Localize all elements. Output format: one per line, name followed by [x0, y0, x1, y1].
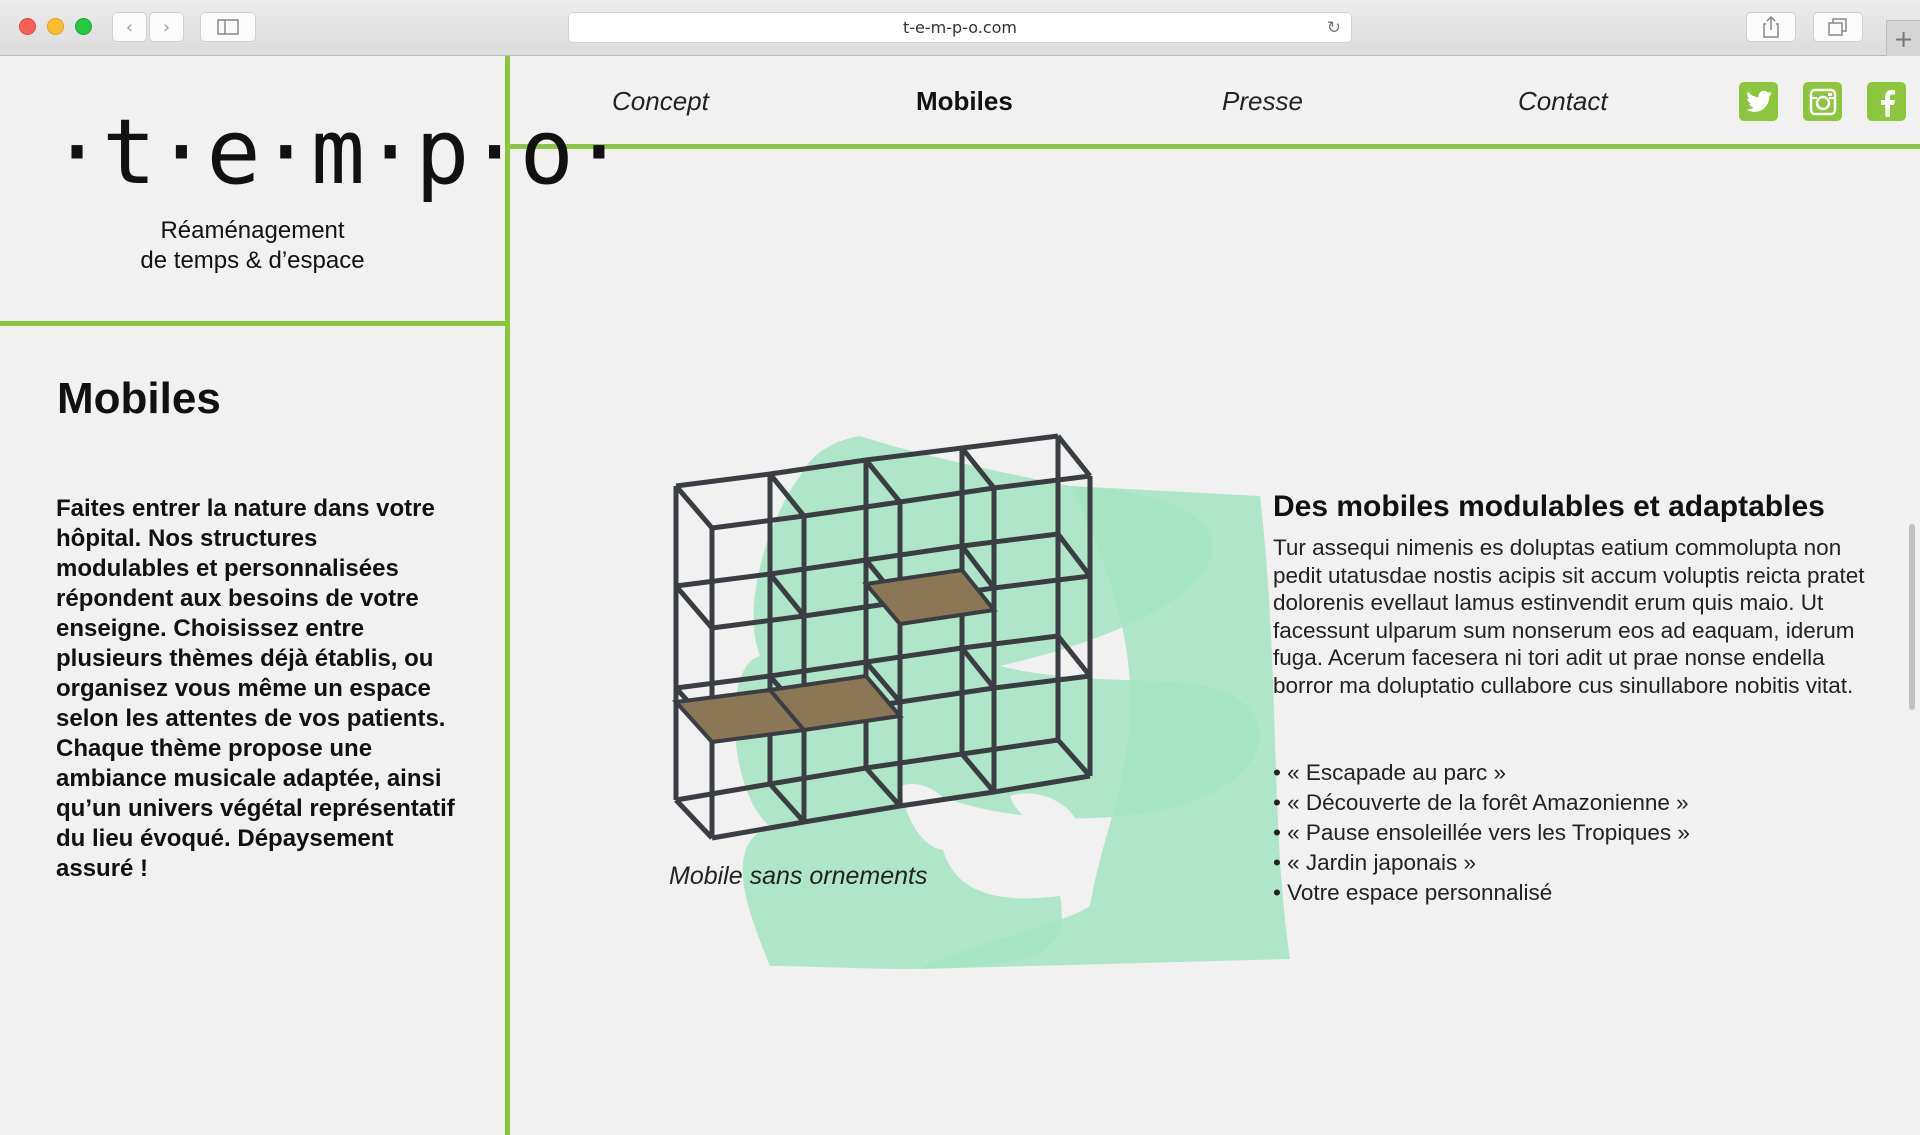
twitter-link[interactable]: [1739, 82, 1778, 121]
reload-icon[interactable]: ↻: [1327, 18, 1341, 38]
share-icon: [1763, 16, 1779, 38]
nav-item-contact[interactable]: Contact: [1518, 86, 1608, 117]
new-tab-button[interactable]: +: [1886, 20, 1920, 56]
close-window-button[interactable]: [19, 18, 36, 35]
page-scrollbar[interactable]: [1909, 524, 1915, 710]
list-item: « Jardin japonais »: [1273, 848, 1690, 878]
nav-item-concept[interactable]: Concept: [612, 86, 709, 117]
list-item: « Pause ensoleillée vers les Tropiques »: [1273, 818, 1690, 848]
facebook-icon: [1880, 89, 1895, 117]
sidebar-icon: [217, 19, 239, 35]
facebook-link[interactable]: [1867, 82, 1906, 121]
site-logo[interactable]: ·t·e·m·p·o·: [50, 108, 626, 198]
site-tagline: Réaménagement de temps & d’espace: [0, 216, 505, 276]
theme-list: « Escapade au parc » « Découverte de la …: [1273, 758, 1690, 908]
tagline-line-1: Réaménagement: [160, 217, 345, 244]
url-text: t-e-m-p-o.com: [902, 18, 1017, 37]
list-item: Votre espace personnalisé: [1273, 878, 1690, 908]
tabs-overview-button[interactable]: [1813, 12, 1863, 42]
header-divider: [0, 321, 508, 326]
minimize-window-button[interactable]: [47, 18, 64, 35]
instagram-link[interactable]: [1803, 82, 1842, 121]
back-button[interactable]: ‹: [112, 12, 147, 42]
nav-item-presse[interactable]: Presse: [1222, 86, 1303, 117]
nav-item-mobiles[interactable]: Mobiles: [916, 86, 1013, 117]
sidebar-description: Faites entrer la nature dans votre hôpit…: [56, 495, 455, 882]
share-button[interactable]: [1746, 12, 1796, 42]
browser-toolbar: ‹ › t-e-m-p-o.com ↻ +: [0, 0, 1920, 56]
chevron-right-icon: ›: [162, 16, 171, 38]
list-item: « Découverte de la forêt Amazonienne »: [1273, 788, 1690, 818]
sidebar-title: Mobiles: [57, 374, 221, 423]
illustration-caption: Mobile sans ornements: [669, 862, 928, 890]
list-item: « Escapade au parc »: [1273, 758, 1690, 788]
content-paragraph: Tur assequi nimenis es doluptas eatium c…: [1273, 535, 1865, 698]
forward-button[interactable]: ›: [149, 12, 184, 42]
content-title: Des mobiles modulables et adaptables: [1273, 490, 1825, 523]
zoom-window-button[interactable]: [75, 18, 92, 35]
nav-divider: [508, 144, 1920, 149]
tabs-icon: [1828, 18, 1847, 36]
sidebar-divider: [505, 56, 510, 1135]
plus-icon: +: [1893, 24, 1914, 53]
sidebar-toggle-button[interactable]: [200, 12, 256, 42]
instagram-icon: [1809, 88, 1836, 115]
chevron-left-icon: ‹: [125, 16, 134, 38]
twitter-icon: [1745, 90, 1772, 112]
address-bar[interactable]: t-e-m-p-o.com ↻: [568, 12, 1352, 43]
tagline-line-2: de temps & d’espace: [140, 247, 365, 274]
